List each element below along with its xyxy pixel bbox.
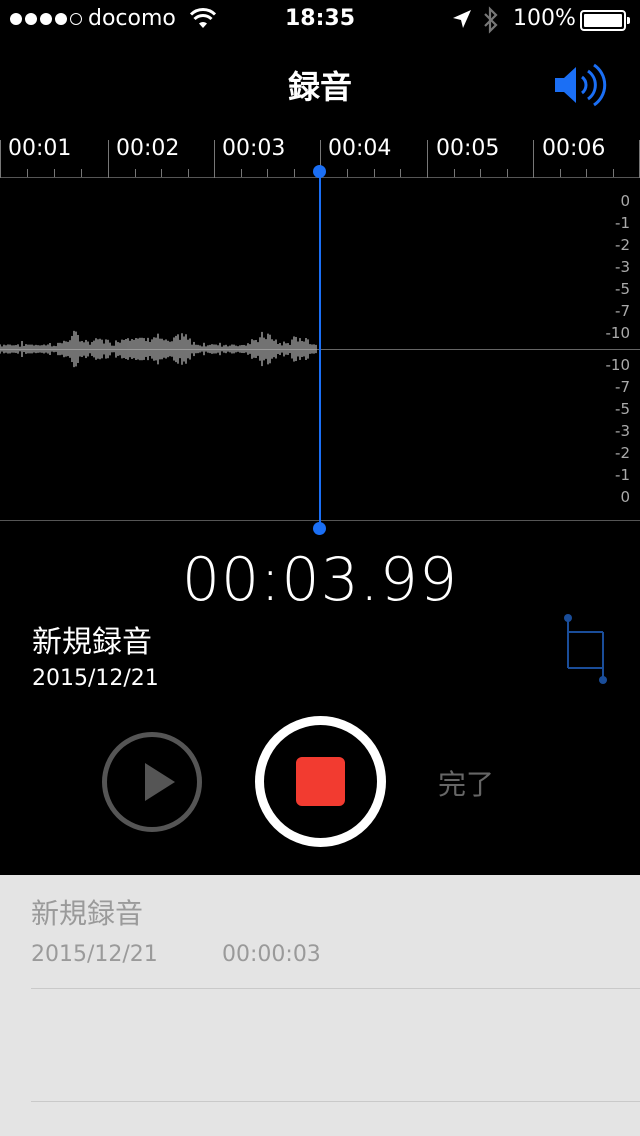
recordings-list[interactable]: 新規録音 2015/12/21 00:00:03 <box>0 875 640 1136</box>
db-scale-label: -3 <box>615 422 630 440</box>
done-button[interactable]: 完了 <box>438 763 494 803</box>
timeline-tick-label: 00:01 <box>8 136 72 161</box>
db-scale-label: 0 <box>620 192 630 210</box>
bluetooth-icon <box>482 6 500 38</box>
timeline-tick-label: 00:02 <box>116 136 180 161</box>
stop-icon <box>296 757 345 806</box>
playhead-handle-bottom[interactable] <box>313 522 326 535</box>
location-arrow-icon <box>452 9 472 33</box>
play-icon <box>145 763 175 801</box>
list-item-date: 2015/12/21 <box>31 942 158 967</box>
list-item[interactable]: 新規録音 2015/12/21 00:00:03 <box>0 875 640 989</box>
elapsed-timer: 00:03.99 <box>181 545 459 615</box>
play-button[interactable] <box>102 732 202 832</box>
db-scale-label: -5 <box>615 400 630 418</box>
db-scale-label: 0 <box>620 488 630 506</box>
list-item-title: 新規録音 <box>31 897 144 930</box>
db-scale-label: -2 <box>615 236 630 254</box>
playhead-handle-top[interactable] <box>313 165 326 178</box>
list-item-duration: 00:00:03 <box>222 942 321 967</box>
timeline-tick-label: 00:04 <box>328 136 392 161</box>
list-divider <box>31 988 640 989</box>
db-scale-label: -7 <box>615 378 630 396</box>
speaker-volume-icon[interactable] <box>552 62 610 112</box>
recording-title[interactable]: 新規録音 <box>32 617 152 661</box>
battery-icon <box>580 10 630 31</box>
db-scale-label: -3 <box>615 258 630 276</box>
db-scale-label: -1 <box>615 214 630 232</box>
status-bar: docomo 18:35 100% <box>0 0 640 40</box>
record-stop-button[interactable] <box>255 716 386 847</box>
trim-icon[interactable] <box>562 612 612 692</box>
db-scale-label: -5 <box>615 280 630 298</box>
timeline-tick-label: 00:06 <box>542 136 606 161</box>
timeline-tick-label: 00:03 <box>222 136 286 161</box>
recording-date: 2015/12/21 <box>32 666 159 691</box>
playhead-line[interactable] <box>319 170 321 529</box>
db-scale-label: -10 <box>605 356 631 374</box>
timeline-tick-label: 00:05 <box>436 136 500 161</box>
battery-percent: 100% <box>513 6 576 31</box>
page-title: 録音 <box>287 68 352 106</box>
list-divider <box>31 1101 640 1102</box>
db-scale-label: -2 <box>615 444 630 462</box>
db-scale-label: -1 <box>615 466 630 484</box>
db-scale-label: -7 <box>615 302 630 320</box>
db-scale-label: -10 <box>605 324 631 342</box>
